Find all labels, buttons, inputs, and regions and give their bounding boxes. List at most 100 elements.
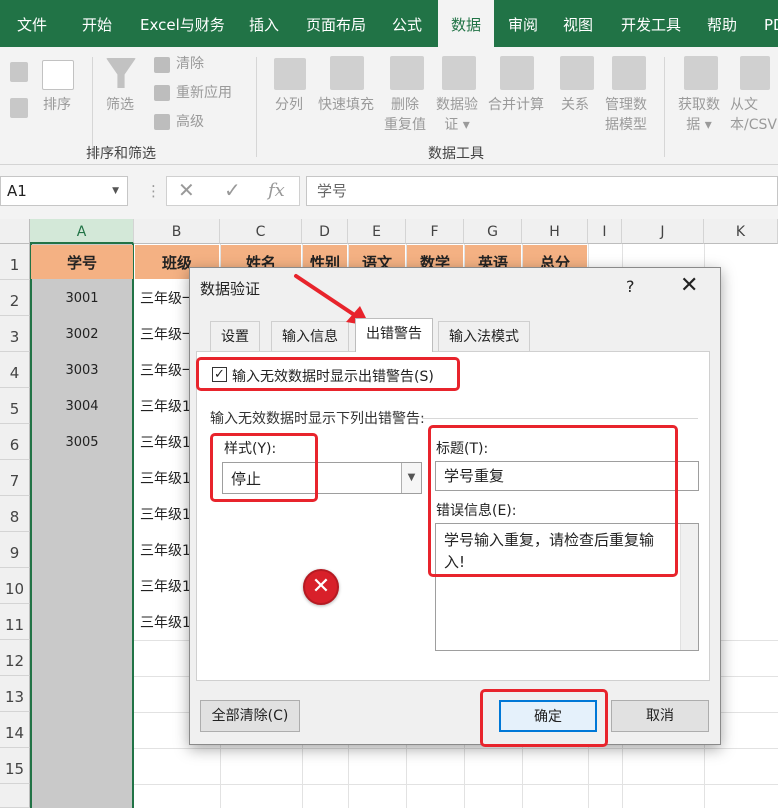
column-header-a[interactable]: A	[30, 219, 134, 244]
help-icon[interactable]: ?	[626, 277, 635, 296]
column-header-i[interactable]: I	[588, 219, 622, 244]
class-cell[interactable]: 三年级一	[140, 317, 190, 351]
relationships-icon[interactable]	[560, 56, 594, 90]
formula-input[interactable]: 学号	[306, 176, 778, 206]
stop-error-icon: ✕	[303, 569, 339, 605]
remove-duplicates-icon[interactable]	[390, 56, 424, 90]
row-header-14[interactable]: 14	[0, 712, 30, 748]
chevron-down-icon[interactable]: ▼	[112, 177, 119, 205]
row-header-2[interactable]: 2	[0, 280, 30, 316]
class-cell[interactable]: 三年级1	[140, 497, 190, 531]
data-validation-button[interactable]: 数据验 证 ▾	[436, 95, 478, 135]
id-cell[interactable]: 3004	[32, 389, 132, 423]
from-text-icon[interactable]	[740, 56, 770, 90]
tab-home[interactable]: 开始	[82, 0, 112, 47]
class-cell[interactable]: 三年级1	[140, 425, 190, 459]
tab-review[interactable]: 审阅	[508, 0, 538, 47]
column-header-k[interactable]: K	[704, 219, 778, 244]
relationships-button[interactable]: 关系	[561, 95, 589, 115]
class-cell[interactable]: 三年级1	[140, 605, 190, 639]
column-header-c[interactable]: C	[220, 219, 302, 244]
id-cell[interactable]: 3005	[32, 425, 132, 459]
reapply-button[interactable]: 重新应用	[176, 83, 232, 103]
data-model-button[interactable]: 管理数 据模型	[605, 95, 647, 135]
column-header-e[interactable]: E	[348, 219, 406, 244]
tab-error-alert[interactable]: 出错警告	[355, 318, 433, 352]
class-cell[interactable]: 三年级一	[140, 281, 190, 315]
row-header-10[interactable]: 10	[0, 568, 30, 604]
tab-data[interactable]: 数据	[438, 0, 494, 47]
tab-help[interactable]: 帮助	[707, 0, 737, 47]
name-box[interactable]: A1 ▼	[0, 176, 128, 206]
row-header-7[interactable]: 7	[0, 460, 30, 496]
consolidate-button[interactable]: 合并计算	[488, 95, 544, 115]
column-header-j[interactable]: J	[622, 219, 704, 244]
header-cell-id[interactable]: 学号	[31, 245, 133, 279]
clear-all-button[interactable]: 全部清除(C)	[200, 700, 300, 732]
select-all-corner[interactable]	[0, 219, 30, 244]
tab-ime-mode[interactable]: 输入法模式	[438, 321, 530, 351]
id-cell[interactable]: 3002	[32, 317, 132, 351]
tab-view[interactable]: 视图	[563, 0, 593, 47]
sort-button[interactable]: 排序	[43, 95, 71, 115]
tab-file[interactable]: 文件	[17, 0, 47, 47]
data-model-icon[interactable]	[612, 56, 646, 90]
get-data-button[interactable]: 获取数 据 ▾	[678, 95, 720, 135]
row-header-13[interactable]: 13	[0, 676, 30, 712]
insert-function-icon[interactable]: fx	[268, 180, 285, 201]
split-column-icon[interactable]	[274, 58, 306, 90]
tab-developer[interactable]: 开发工具	[621, 0, 681, 47]
cancel-icon[interactable]: ✕	[178, 178, 195, 202]
from-text-button[interactable]: 从文 本/CSV	[730, 95, 777, 135]
row-header-8[interactable]: 8	[0, 496, 30, 532]
remove-duplicates-button[interactable]: 删除 重复值	[384, 95, 426, 135]
data-validation-icon[interactable]	[442, 56, 476, 90]
get-data-icon[interactable]	[684, 56, 718, 90]
row-header-5[interactable]: 5	[0, 388, 30, 424]
clear-button[interactable]: 清除	[176, 54, 204, 74]
chevron-down-icon[interactable]: ▼	[401, 463, 421, 493]
class-cell[interactable]: 三年级1	[140, 533, 190, 567]
sort-icon[interactable]	[42, 60, 74, 90]
tab-settings[interactable]: 设置	[210, 321, 260, 351]
flash-fill-icon[interactable]	[330, 56, 364, 90]
tab-excel-finance[interactable]: Excel与财务	[140, 0, 225, 47]
row-header-4[interactable]: 4	[0, 352, 30, 388]
cancel-button[interactable]: 取消	[611, 700, 709, 732]
split-button[interactable]: 分列	[275, 95, 303, 115]
tab-page-layout[interactable]: 页面布局	[306, 0, 366, 47]
advanced-button[interactable]: 高级	[176, 112, 204, 132]
sort-asc-icon[interactable]	[10, 62, 28, 82]
id-cell[interactable]: 3003	[32, 353, 132, 387]
tab-pdf[interactable]: PD	[764, 0, 778, 47]
tab-insert[interactable]: 插入	[249, 0, 279, 47]
row-header-16[interactable]	[0, 784, 30, 808]
column-header-g[interactable]: G	[464, 219, 522, 244]
class-cell[interactable]: 三年级1	[140, 569, 190, 603]
class-cell[interactable]: 三年级1	[140, 461, 190, 495]
row-header-3[interactable]: 3	[0, 316, 30, 352]
row-header-11[interactable]: 11	[0, 604, 30, 640]
column-header-f[interactable]: F	[406, 219, 464, 244]
divider	[422, 418, 698, 419]
enter-icon[interactable]: ✓	[224, 178, 241, 202]
ribbon-separator	[92, 57, 93, 157]
row-header-1[interactable]: 1	[0, 244, 30, 280]
column-header-h[interactable]: H	[522, 219, 588, 244]
row-header-12[interactable]: 12	[0, 640, 30, 676]
row-header-15[interactable]: 15	[0, 748, 30, 784]
close-icon[interactable]: ✕	[680, 274, 698, 298]
class-cell[interactable]: 三年级一	[140, 353, 190, 387]
column-header-b[interactable]: B	[134, 219, 220, 244]
scrollbar[interactable]	[680, 524, 698, 650]
tab-formulas[interactable]: 公式	[392, 0, 422, 47]
column-header-d[interactable]: D	[302, 219, 348, 244]
class-cell[interactable]: 三年级1	[140, 389, 190, 423]
row-header-6[interactable]: 6	[0, 424, 30, 460]
id-cell[interactable]: 3001	[32, 281, 132, 315]
sort-desc-icon[interactable]	[10, 98, 28, 118]
consolidate-icon[interactable]	[500, 56, 534, 90]
flash-fill-button[interactable]: 快速填充	[318, 95, 374, 115]
row-header-9[interactable]: 9	[0, 532, 30, 568]
filter-button[interactable]: 筛选	[106, 95, 134, 115]
